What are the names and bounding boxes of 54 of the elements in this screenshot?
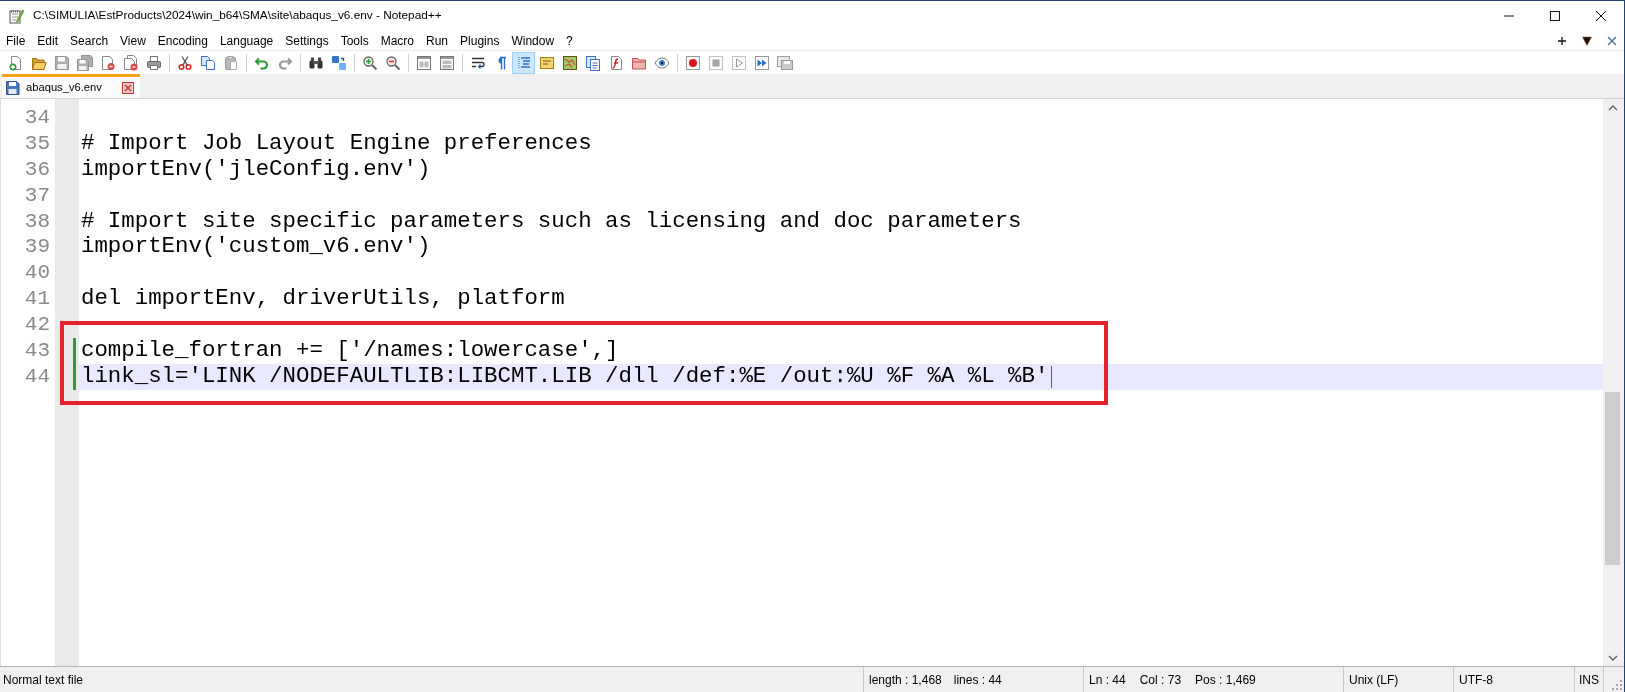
code-line: link_sl='LINK /NODEFAULTLIB:LIBCMT.LIB /dll /def:%E /out:%U %F %A %L %B' — [81, 363, 1049, 390]
line-number: 44 — [24, 363, 50, 390]
line-count-label: lines : 44 — [953, 671, 1002, 689]
menu-item[interactable]: Settings — [279, 31, 335, 50]
scrollbar-thumb[interactable] — [1605, 392, 1620, 565]
tab-close-icon[interactable] — [121, 81, 134, 94]
menu-item[interactable]: Encoding — [151, 31, 214, 50]
line-number: 34 — [24, 105, 50, 131]
cursor-line-label: Ln : 44 — [1089, 671, 1126, 689]
line-number: 43 — [24, 338, 50, 364]
line-number: 42 — [24, 312, 50, 339]
line-number: 36 — [24, 156, 50, 183]
chevron-up-icon[interactable] — [1607, 103, 1618, 112]
code-line: # Import site specific parameters such as licensing and doc parameters — [81, 208, 1022, 235]
menu-item[interactable]: Macro — [374, 31, 420, 50]
document-length-label: length : 1,468 — [869, 671, 942, 689]
insert-mode-label: INS — [1579, 671, 1599, 689]
menu-item[interactable]: Window — [505, 31, 561, 50]
line-number: 37 — [24, 182, 50, 209]
encoding-label: UTF-8 — [1459, 671, 1493, 689]
code-line: del importEnv, driverUtils, platform — [81, 286, 565, 313]
plus-icon[interactable] — [1557, 35, 1567, 46]
cursor-position-label: Pos : 1,469 — [1195, 671, 1256, 689]
line-number: 38 — [24, 208, 50, 235]
cursor-column-label: Col : 73 — [1139, 671, 1182, 689]
file-type-label: Normal text file — [3, 671, 84, 689]
code-line: # Import Job Layout Engine preferences — [81, 130, 592, 157]
resize-grip-icon[interactable] — [1612, 680, 1622, 690]
menu-item[interactable]: Tools — [334, 31, 375, 50]
menu-item[interactable]: Edit — [31, 31, 65, 50]
line-number: 40 — [24, 260, 50, 287]
menu-item[interactable]: File — [0, 31, 32, 50]
notepad-pencil-icon — [8, 8, 24, 24]
line-number: 35 — [24, 130, 50, 157]
code-line: importEnv('jleConfig.env') — [81, 156, 431, 183]
menu-item[interactable]: View — [114, 31, 152, 50]
code-line: importEnv('custom_v6.env') — [81, 234, 431, 261]
line-number: 39 — [24, 234, 50, 261]
line-number: 41 — [24, 286, 50, 313]
close-icon — [1596, 11, 1606, 21]
window-title: C:\SIMULIA\EstProducts\2024\win_b64\SMA\site\abaqus_v6.env - Notepad++ — [33, 7, 442, 25]
vertical-scrollbar[interactable] — [1603, 99, 1622, 666]
close-icon[interactable] — [1607, 35, 1617, 46]
menu-item[interactable]: ? — [560, 31, 579, 50]
code-line: compile_fortran += ['/names:lowercase',] — [81, 338, 619, 364]
maximize-icon — [1550, 11, 1560, 21]
chevron-down-icon[interactable] — [1607, 653, 1618, 662]
menu-item[interactable]: Language — [213, 31, 280, 50]
line-ending-label: Unix (LF) — [1349, 671, 1399, 689]
down-triangle-icon[interactable] — [1582, 35, 1592, 46]
file-tab[interactable]: abaqus_v6.env — [2, 74, 140, 98]
menu-item[interactable]: Search — [64, 31, 115, 50]
menu-item[interactable]: Plugins — [454, 31, 506, 50]
menu-item[interactable]: Run — [420, 31, 455, 50]
